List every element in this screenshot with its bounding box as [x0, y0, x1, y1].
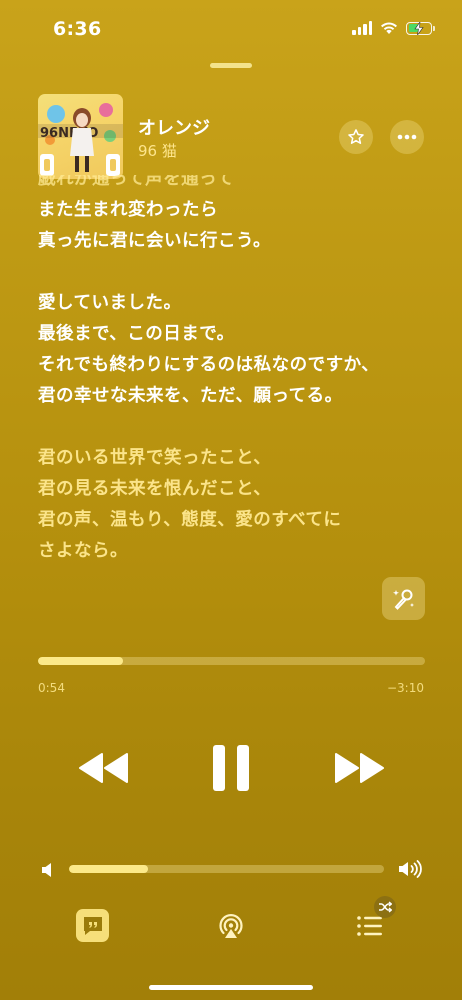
shuffle-badge[interactable]	[374, 896, 396, 918]
list-icon[interactable]	[356, 914, 384, 938]
volume-high-icon	[399, 860, 422, 878]
lyric-line[interactable]: 君の声、温もり、態度、愛のすべてに	[38, 505, 438, 536]
remaining-time: −3:10	[386, 681, 424, 695]
sing-mode-button[interactable]	[382, 577, 425, 620]
sheet-grabber[interactable]	[210, 63, 252, 68]
lyric-line[interactable]: 真っ先に君に会いに行こう。	[38, 226, 438, 257]
lyrics-toggle-button[interactable]	[76, 909, 109, 942]
lyric-line[interactable]: 最後まで、この日まで。	[38, 319, 438, 350]
volume-slider[interactable]	[69, 865, 384, 873]
volume-low-icon	[42, 863, 51, 877]
lyric-line[interactable]: 君の幸せな未来を、ただ、願ってる。	[38, 381, 438, 412]
elapsed-time: 0:54	[38, 681, 65, 695]
volume-level-fill	[69, 865, 148, 873]
lyric-line[interactable]: また生まれ変わったら	[38, 195, 438, 226]
microphone-sparkle-icon	[392, 589, 414, 610]
lyric-line[interactable]: 君のいる世界で笑ったこと、	[38, 443, 438, 474]
lyric-line[interactable]: それでも終わりにするのは私なのですか、	[38, 350, 438, 381]
star-icon	[348, 129, 364, 144]
cellular-signal-icon	[352, 21, 372, 35]
song-artist[interactable]: 96 猫	[138, 140, 177, 161]
song-title[interactable]: オレンジ	[138, 114, 210, 140]
playback-progress-fill	[38, 657, 124, 665]
rewind-icon[interactable]	[78, 752, 130, 784]
lyric-line[interactable]: 愛していました。	[38, 288, 438, 319]
lyric-line[interactable]: 戯れが通って声を通って	[38, 175, 438, 195]
lyric-line[interactable]: さよなら。	[38, 536, 438, 567]
wifi-icon	[381, 22, 397, 34]
quote-bubble-icon	[83, 916, 102, 935]
lyric-spacer	[38, 257, 438, 288]
album-artwork[interactable]: 96NEKO	[38, 94, 123, 179]
status-icons	[352, 21, 435, 35]
playback-scrubber[interactable]	[38, 657, 425, 665]
home-indicator[interactable]	[149, 985, 313, 990]
airplay-icon[interactable]	[216, 911, 246, 941]
favorite-button[interactable]	[339, 120, 373, 154]
more-options-button[interactable]	[390, 120, 424, 154]
battery-icon	[406, 21, 435, 35]
lyric-spacer	[38, 412, 438, 443]
pause-icon[interactable]	[210, 744, 252, 792]
ellipsis-icon	[397, 134, 417, 140]
lyrics-panel[interactable]: 戯れが通って声を通って また生まれ変わったら 真っ先に君に会いに行こう。 愛していまし…	[38, 175, 438, 605]
fast-forward-icon[interactable]	[333, 752, 385, 784]
shuffle-icon	[379, 901, 392, 913]
status-time: 6:36	[53, 18, 102, 40]
lyric-line[interactable]: 君の見る未来を恨んだこと、	[38, 474, 438, 505]
